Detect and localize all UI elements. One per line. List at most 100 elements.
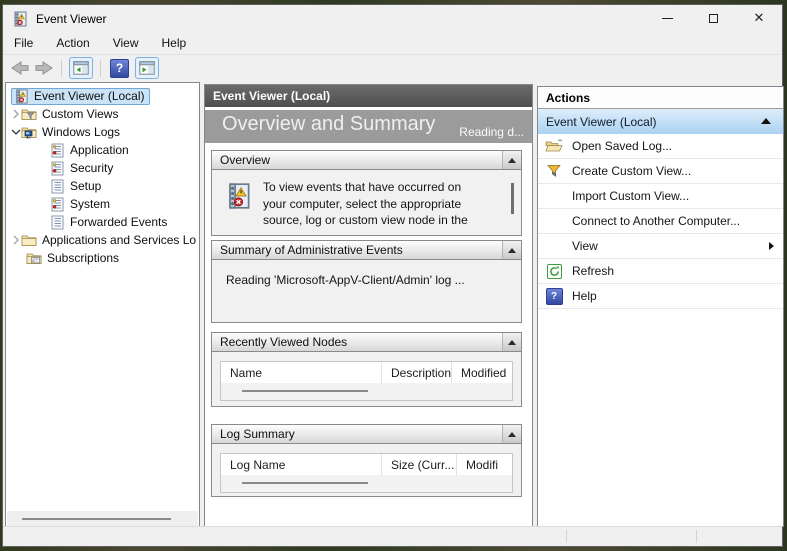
menu-action[interactable]: Action [56, 36, 98, 50]
tree-item-custom-views[interactable]: Custom Views [6, 105, 199, 123]
tree-item-windows-logs[interactable]: Windows Logs [6, 123, 199, 141]
chevron-right-icon[interactable] [10, 235, 21, 245]
menu-help[interactable]: Help [162, 36, 196, 50]
toolbar-help-button[interactable]: ? [110, 59, 129, 78]
log-summary-section-header[interactable]: Log Summary [211, 424, 522, 444]
event-viewer-window: Event Viewer ✕ File Action View Help ? [2, 4, 783, 547]
collapse-button[interactable] [502, 151, 521, 169]
submenu-arrow-icon [769, 242, 774, 250]
table-loading-row [221, 475, 512, 492]
column-header-modified[interactable]: Modifi [456, 454, 512, 475]
recent-nodes-section: Recently Viewed Nodes Name Description M… [211, 332, 522, 407]
folder-subscriptions-icon [26, 251, 42, 266]
collapse-button[interactable] [502, 241, 521, 259]
tree-item-setup[interactable]: Setup [6, 177, 199, 195]
collapse-button[interactable] [502, 425, 521, 443]
tree-item-system[interactable]: System [6, 195, 199, 213]
column-header-modified[interactable]: Modified [451, 362, 512, 383]
back-arrow-icon [10, 60, 30, 76]
overview-scrollbar-thumb[interactable] [511, 183, 514, 214]
maximize-icon [709, 14, 718, 23]
menu-bar: File Action View Help [3, 32, 782, 55]
tree-item-application[interactable]: Application [6, 141, 199, 159]
tree-item-forwarded-events[interactable]: Forwarded Events [6, 213, 199, 231]
status-bar [3, 526, 782, 546]
action-help[interactable]: ? Help [538, 284, 783, 309]
admin-events-section-header[interactable]: Summary of Administrative Events [211, 240, 522, 260]
event-log-icon [50, 143, 65, 158]
tree-horizontal-scrollbar[interactable] [7, 511, 198, 527]
toolbar-separator [100, 60, 101, 77]
open-folder-icon [545, 139, 563, 153]
forward-arrow-icon [34, 60, 54, 76]
admin-events-section: Summary of Administrative Events Reading… [211, 240, 522, 323]
action-open-saved-log[interactable]: Open Saved Log... [538, 134, 783, 159]
maximize-button[interactable] [690, 5, 736, 32]
actions-pane: Actions Event Viewer (Local) Open Saved … [537, 86, 784, 527]
overview-section: Overview To view events that have occurr… [211, 150, 522, 236]
event-viewer-app-icon [12, 11, 28, 27]
collapse-arrow-icon [508, 248, 516, 253]
log-summary-section: Log Summary Log Name Size (Curr... Modif… [211, 424, 522, 497]
loading-progress-bar [242, 482, 368, 484]
status-bar-separator [696, 530, 697, 543]
back-button[interactable] [8, 58, 32, 78]
overview-section-header[interactable]: Overview [211, 150, 522, 170]
event-viewer-book-icon [225, 179, 252, 213]
log-summary-section-body: Log Name Size (Curr... Modifi [211, 444, 522, 497]
tree-item-subscriptions[interactable]: Subscriptions [6, 249, 199, 267]
menu-file[interactable]: File [14, 36, 42, 50]
console-tree-panel: Event Viewer (Local) Custom Views Window… [5, 82, 200, 529]
show-hide-console-tree-button[interactable] [69, 57, 93, 79]
collapse-arrow-icon [761, 118, 771, 124]
column-header-log-name[interactable]: Log Name [221, 458, 381, 472]
action-create-custom-view[interactable]: Create Custom View... [538, 159, 783, 184]
actions-group-header[interactable]: Event Viewer (Local) [538, 109, 783, 134]
actions-pane-title: Actions [538, 87, 783, 109]
collapse-arrow-icon [508, 432, 516, 437]
collapse-arrow-icon [508, 340, 516, 345]
close-icon: ✕ [754, 12, 765, 25]
table-header-row: Name Description Modified [221, 362, 512, 383]
folder-custom-views-icon [21, 107, 37, 122]
status-bar-separator [566, 530, 567, 543]
loading-progress-bar [242, 390, 368, 392]
banner-status-text: Reading d... [459, 125, 524, 139]
overview-section-body: To view events that have occurred on you… [211, 170, 522, 236]
action-refresh[interactable]: Refresh [538, 259, 783, 284]
table-loading-row [221, 383, 512, 400]
chevron-down-icon[interactable] [10, 129, 21, 135]
collapse-button[interactable] [502, 333, 521, 351]
window-title: Event Viewer [36, 12, 106, 26]
toolbar: ? [3, 55, 782, 82]
column-header-description[interactable]: Description [381, 362, 451, 383]
admin-events-status-text: Reading 'Microsoft-AppV-Client/Admin' lo… [212, 260, 521, 287]
minimize-button[interactable] [644, 5, 690, 32]
chevron-right-icon[interactable] [10, 109, 21, 119]
help-icon: ? [116, 61, 123, 75]
action-connect-to-another-computer[interactable]: Connect to Another Computer... [538, 209, 783, 234]
tree-item-applications-and-services-logs[interactable]: Applications and Services Lo [6, 231, 199, 249]
help-icon: ? [546, 288, 563, 305]
column-header-size[interactable]: Size (Curr... [381, 454, 456, 475]
minimize-icon [662, 18, 673, 19]
event-log-plain-icon [50, 179, 65, 194]
forward-button[interactable] [32, 58, 56, 78]
event-log-icon [50, 197, 65, 212]
results-pane: Event Viewer (Local) Overview and Summar… [204, 84, 533, 529]
event-log-icon [50, 161, 65, 176]
column-header-name[interactable]: Name [221, 366, 381, 380]
tree-item-security[interactable]: Security [6, 159, 199, 177]
scrollbar-thumb[interactable] [22, 518, 171, 520]
close-button[interactable]: ✕ [736, 5, 782, 32]
overview-banner: Overview and Summary Reading d... [205, 110, 532, 143]
collapse-arrow-icon [508, 158, 516, 163]
tree-item-event-viewer-local[interactable]: Event Viewer (Local) [6, 87, 199, 105]
title-bar[interactable]: Event Viewer ✕ [3, 5, 782, 32]
recent-nodes-section-header[interactable]: Recently Viewed Nodes [211, 332, 522, 352]
action-import-custom-view[interactable]: Import Custom View... [538, 184, 783, 209]
show-hide-action-pane-button[interactable] [135, 57, 159, 79]
console-tree-icon [73, 61, 89, 75]
menu-view[interactable]: View [113, 36, 148, 50]
action-view[interactable]: View [538, 234, 783, 259]
